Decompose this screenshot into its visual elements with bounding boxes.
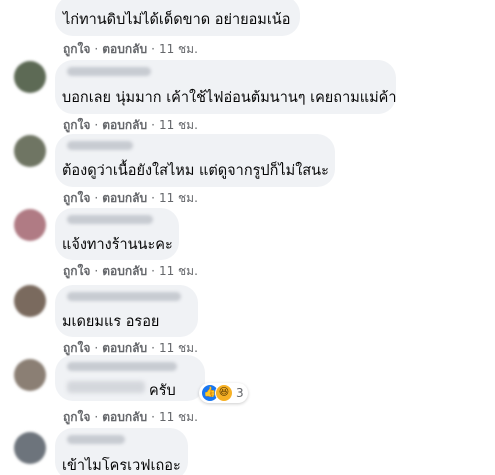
timestamp[interactable]: 11 ชม. [159,410,198,424]
separator-dot: · [151,264,155,278]
reply-link[interactable]: ตอบกลับ [102,191,147,205]
comment-text: บอกเลย นุ่มมาก เค้าใช้ไฟอ่อนต้มนานๆ เคยถ… [62,90,397,106]
reactions-summary[interactable]: 👍 😆 3 [199,383,248,403]
avatar[interactable] [14,209,46,241]
reaction-count: 3 [236,386,244,400]
avatar[interactable] [14,135,46,167]
like-link[interactable]: ถูกใจ [63,118,90,132]
comment-actions: ถูกใจ · ตอบกลับ · 11 ชม. [63,262,198,281]
separator-dot: · [151,191,155,205]
comment-actions: ถูกใจ · ตอบกลับ · 11 ชม. [63,189,198,208]
comment-bubble: ไก่ทานดิบไม่ได้เด็ดขาด อย่ายอมเน้อ [55,0,300,36]
comment-actions: ถูกใจ · ตอบกลับ · 11 ชม. [63,116,198,135]
haha-icon: 😆 [215,384,233,402]
separator-dot: · [94,410,99,424]
separator-dot: · [94,118,99,132]
comment-text: ครับ [149,383,176,399]
separator-dot: · [151,341,155,355]
like-link[interactable]: ถูกใจ [63,341,90,355]
reply-link[interactable]: ตอบกลับ [102,42,147,56]
comment-text: ต้องดูว่าเนื้อยังใสไหม แต่ดูจากรูปก็ไม่ใ… [62,163,329,179]
comment-actions: ถูกใจ · ตอบกลับ · 11 ชม. [63,408,198,427]
separator-dot: · [94,264,99,278]
comment-bubble: เข้าไมโครเวฟเถอะ [55,428,188,475]
separator-dot: · [151,118,155,132]
separator-dot: · [94,341,99,355]
timestamp[interactable]: 11 ชม. [159,341,198,355]
separator-dot: · [151,410,155,424]
author-name[interactable] [67,362,177,371]
comment-bubble: ครับ [55,355,205,401]
reply-link[interactable]: ตอบกลับ [102,410,147,424]
avatar[interactable] [14,285,46,317]
comment-thread: ไก่ทานดิบไม่ได้เด็ดขาด อย่ายอมเน้อ ถูกใจ… [0,0,495,475]
timestamp[interactable]: 11 ชม. [159,42,198,56]
author-name[interactable] [67,67,151,76]
comment-text: เข้าไมโครเวฟเถอะ [62,458,181,474]
comment-text: ไก่ทานดิบไม่ได้เด็ดขาด อย่ายอมเน้อ [63,12,291,28]
separator-dot: · [94,191,99,205]
like-link[interactable]: ถูกใจ [63,191,90,205]
comment-bubble: แจ้งทางร้านนะคะ [55,208,179,260]
timestamp[interactable]: 11 ชม. [159,118,198,132]
comment-bubble: บอกเลย นุ่มมาก เค้าใช้ไฟอ่อนต้มนานๆ เคยถ… [55,60,397,114]
author-name[interactable] [67,435,125,444]
avatar[interactable] [14,432,46,464]
timestamp[interactable]: 11 ชม. [159,264,198,278]
like-link[interactable]: ถูกใจ [63,410,90,424]
author-name[interactable] [67,141,133,150]
redacted-text [67,381,145,393]
comment-text: แจ้งทางร้านนะคะ [62,237,173,253]
author-name[interactable] [67,215,153,224]
separator-dot: · [151,42,155,56]
author-name[interactable] [67,292,181,301]
avatar[interactable] [14,359,46,391]
reply-link[interactable]: ตอบกลับ [102,264,147,278]
comment-bubble: ต้องดูว่าเนื้อยังใสไหม แต่ดูจากรูปก็ไม่ใ… [55,134,335,187]
comment-bubble: มเดยมแร อรอย [55,285,198,337]
comment-actions: ถูกใจ · ตอบกลับ · 11 ชม. [63,40,198,59]
like-link[interactable]: ถูกใจ [63,42,90,56]
comment-text: มเดยมแร อรอย [62,314,160,330]
reply-link[interactable]: ตอบกลับ [102,118,147,132]
separator-dot: · [94,42,99,56]
avatar[interactable] [14,61,46,93]
like-link[interactable]: ถูกใจ [63,264,90,278]
timestamp[interactable]: 11 ชม. [159,191,198,205]
reply-link[interactable]: ตอบกลับ [102,341,147,355]
